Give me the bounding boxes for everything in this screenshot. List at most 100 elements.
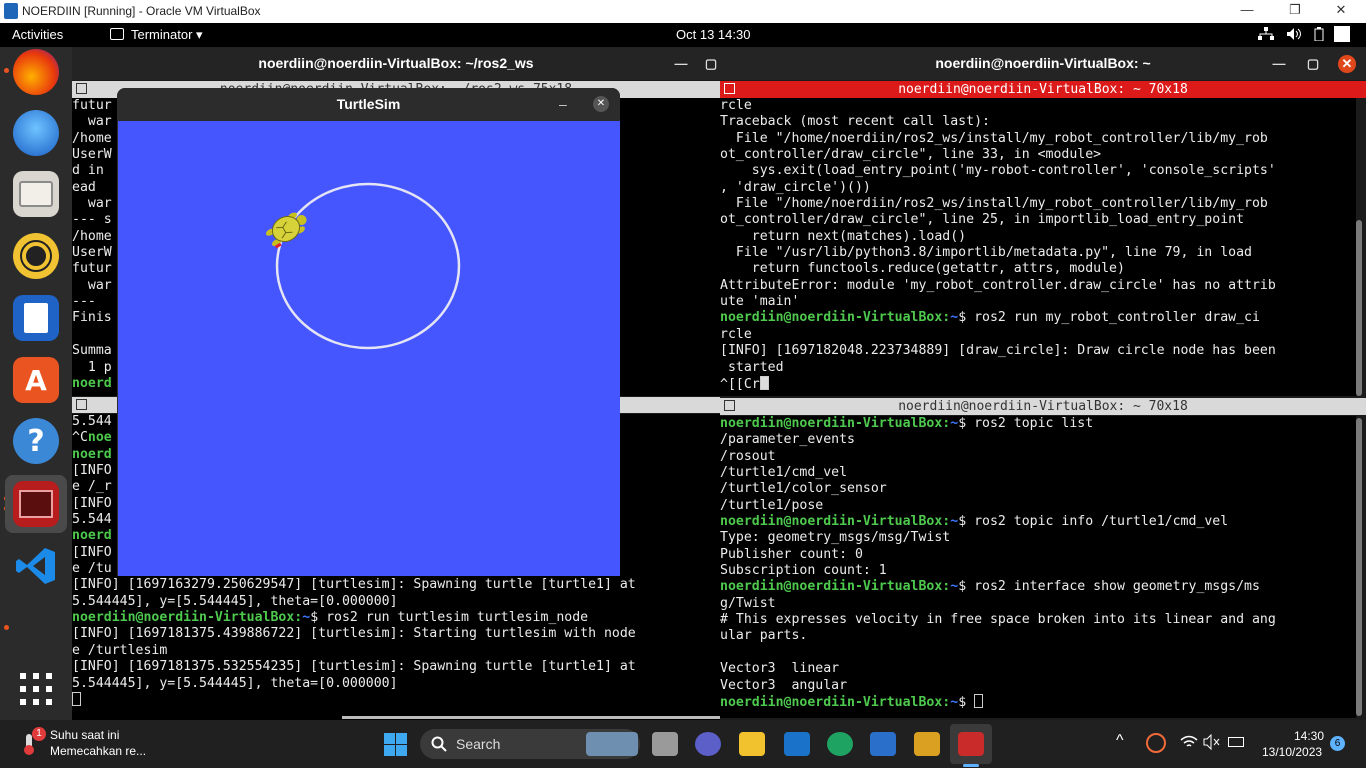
- terminal-line: /turtle1/cmd_vel: [720, 465, 1356, 481]
- line-text: /parameter_events: [720, 432, 855, 448]
- terminal-line: Subscription count: 1: [720, 563, 1356, 579]
- host-maximize-button[interactable]: ❐: [1280, 2, 1310, 20]
- taskbar-time[interactable]: 14:30: [1294, 729, 1324, 743]
- line-text: Subscription count: 1: [720, 563, 887, 579]
- right-bottom-pane-title[interactable]: noerdiin@noerdiin-VirtualBox: ~ 70x18: [720, 398, 1366, 415]
- edge-icon[interactable]: [827, 732, 853, 756]
- line-text: File "/usr/lib/python3.8/importlib/metad…: [720, 245, 1252, 261]
- pane-menu-icon[interactable]: [76, 399, 87, 410]
- right-bottom-terminal[interactable]: noerdiin@noerdiin-VirtualBox:~$ ros2 top…: [720, 416, 1356, 718]
- right-bottom-scrollbar[interactable]: [1356, 418, 1362, 716]
- app-menu[interactable]: Terminator ▾: [131, 27, 203, 43]
- turtlesim-close-button[interactable]: ✕: [593, 96, 609, 112]
- tray-chevron-icon[interactable]: ^: [1116, 732, 1124, 750]
- mail-icon[interactable]: [784, 732, 810, 756]
- help-icon[interactable]: ?: [13, 418, 59, 464]
- speaker-muted-icon[interactable]: [1203, 733, 1221, 755]
- active-indicator: [963, 764, 979, 767]
- search-placeholder: Search: [456, 736, 501, 752]
- activities-button[interactable]: Activities: [12, 27, 63, 42]
- pane-menu-icon[interactable]: [76, 83, 87, 94]
- command-text: $ ros2 run my_robot_controller draw_ci: [958, 310, 1260, 326]
- task-view-icon[interactable]: [652, 732, 678, 756]
- left-close-button[interactable]: ▢: [702, 55, 720, 73]
- prompt-path: ~: [950, 579, 959, 595]
- volume-icon[interactable]: [1286, 27, 1302, 44]
- weather-subtitle[interactable]: Memecahkan re...: [50, 744, 146, 758]
- left-terminal-header[interactable]: noerdiin@noerdiin-VirtualBox: ~/ros2_ws …: [72, 47, 720, 80]
- terminal-line: return functools.reduce(getattr, attrs, …: [720, 261, 1356, 277]
- power-menu-icon[interactable]: [1334, 26, 1350, 42]
- turtlesim-title: TurtleSim: [336, 96, 401, 112]
- right-maximize-button[interactable]: ▢: [1304, 55, 1322, 73]
- weather-badge: 1: [32, 727, 46, 741]
- terminator-taskbar-icon[interactable]: [958, 732, 984, 756]
- line-text: ead: [72, 179, 96, 195]
- right-close-button[interactable]: ✕: [1338, 55, 1356, 73]
- line-text: ^[[Cr: [720, 376, 760, 392]
- files-icon[interactable]: [13, 171, 59, 217]
- file-explorer-icon[interactable]: [739, 732, 765, 756]
- terminal-line: 5.544445], y=[5.544445], theta=[0.000000…: [72, 594, 720, 610]
- right-terminal-header[interactable]: noerdiin@noerdiin-VirtualBox: ~ — ▢ ✕: [720, 47, 1366, 80]
- terminal-line: e /turtlesim: [72, 643, 720, 659]
- weather-title[interactable]: Suhu saat ini: [50, 728, 119, 742]
- command-text: $ ros2 topic list: [958, 416, 1094, 431]
- turtlesim-titlebar[interactable]: TurtleSim – ✕: [117, 88, 620, 121]
- network-icon[interactable]: [1258, 27, 1274, 44]
- line-text: Finis: [72, 310, 112, 326]
- battery-tray-icon[interactable]: [1228, 737, 1244, 747]
- command-text: $ ros2 run turtlesim turtlesim_node: [310, 610, 589, 626]
- battery-icon[interactable]: [1314, 27, 1324, 44]
- terminal-line: # This expresses velocity in free space …: [720, 612, 1356, 628]
- terminal-line: , 'draw_circle')()): [720, 180, 1356, 196]
- wifi-icon[interactable]: [1180, 735, 1198, 754]
- meet-icon[interactable]: [695, 732, 721, 756]
- prompt-user: noerdiin@noerdiin-VirtualBox:: [720, 579, 951, 595]
- firefox-icon[interactable]: [13, 49, 59, 95]
- ubuntu-dock: A ?: [0, 47, 72, 720]
- line-text: [INFO] [1697181375.439886722] [turtlesim…: [72, 626, 636, 642]
- line-text: ---: [72, 294, 96, 310]
- terminal-line: rcle: [720, 98, 1356, 114]
- pane-menu-icon[interactable]: [724, 83, 735, 94]
- right-top-terminal[interactable]: rcle Traceback (most recent call last): F…: [720, 98, 1356, 396]
- terminal-line: File "/home/noerdiin/ros2_ws/install/my_…: [720, 196, 1356, 212]
- taskbar-date[interactable]: 13/10/2023: [1262, 745, 1322, 759]
- left-minimize-button[interactable]: —: [672, 55, 690, 73]
- notification-badge[interactable]: 6: [1330, 736, 1345, 751]
- right-minimize-button[interactable]: —: [1270, 55, 1288, 73]
- terminal-line: Vector3 linear: [720, 661, 1356, 677]
- virtualbox-taskbar-icon[interactable]: [870, 732, 896, 756]
- terminal-line: Traceback (most recent call last):: [720, 114, 1356, 130]
- pane-menu-icon[interactable]: [724, 400, 735, 411]
- right-top-scrollbar[interactable]: [1356, 220, 1362, 396]
- writer-icon[interactable]: [13, 295, 59, 341]
- terminal-line: Vector3 angular: [720, 678, 1356, 694]
- app-taskbar-icon[interactable]: [914, 732, 940, 756]
- prompt-path: ~: [950, 416, 959, 431]
- host-close-button[interactable]: ✕: [1326, 2, 1356, 20]
- host-minimize-button[interactable]: —: [1232, 2, 1262, 20]
- rhythmbox-icon[interactable]: [13, 233, 59, 279]
- terminal-line: noerdiin@noerdiin-VirtualBox:~$ ros2 top…: [720, 416, 1356, 432]
- line-text: rcle: [720, 98, 752, 113]
- clock[interactable]: Oct 13 14:30: [676, 27, 750, 42]
- turtlesim-minimize-button[interactable]: –: [559, 88, 567, 121]
- show-apps-icon[interactable]: [20, 673, 52, 709]
- line-text: ot_controller/draw_circle", line 33, in …: [720, 147, 1102, 163]
- vscode-icon[interactable]: [13, 543, 59, 589]
- line-text: /turtle1/color_sensor: [720, 481, 887, 497]
- start-button[interactable]: [384, 733, 407, 761]
- terminal-line: [INFO] [1697181375.532554235] [turtlesim…: [72, 659, 720, 675]
- right-top-pane-title[interactable]: noerdiin@noerdiin-VirtualBox: ~ 70x18: [720, 81, 1366, 98]
- command-text: $ ros2 interface show geometry_msgs/ms: [958, 579, 1260, 595]
- terminator-icon[interactable]: [13, 481, 59, 527]
- search-box[interactable]: Search: [420, 729, 640, 759]
- horizontal-scrollbar[interactable]: [342, 716, 720, 719]
- line-text: File "/home/noerdiin/ros2_ws/install/my_…: [720, 196, 1268, 212]
- thunderbird-icon[interactable]: [13, 110, 59, 156]
- app-center-icon[interactable]: A: [13, 357, 59, 403]
- update-icon[interactable]: [1146, 733, 1166, 753]
